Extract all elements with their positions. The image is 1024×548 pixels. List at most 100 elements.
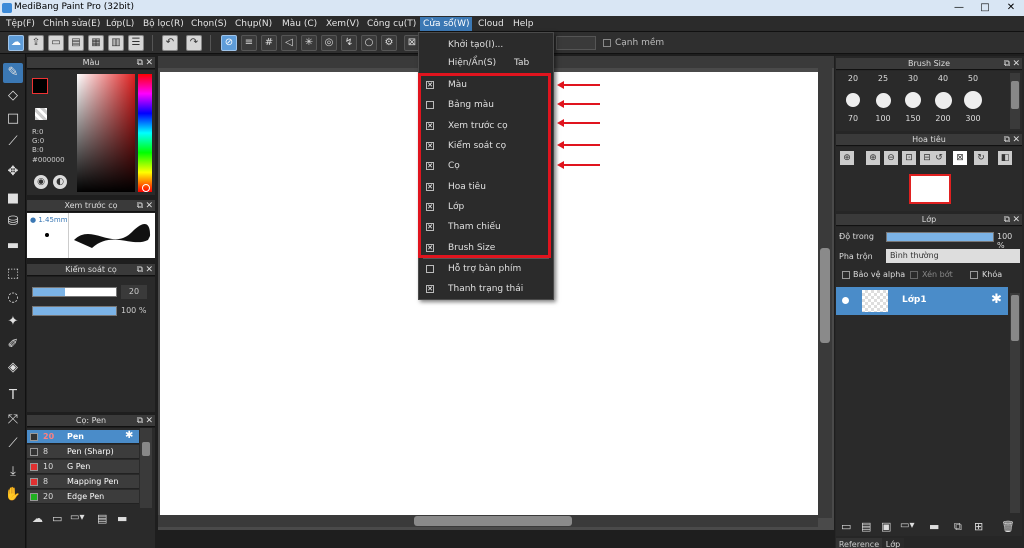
brush-tool-icon[interactable]: ✎ [3, 63, 23, 83]
panel-float-icon[interactable]: ⧉ [137, 200, 143, 212]
brush-size-dot[interactable] [964, 91, 982, 109]
minimize-button[interactable]: — [946, 0, 972, 16]
new-layer-icon[interactable]: ▭ [841, 520, 851, 533]
panel-float-icon[interactable]: ⧉ [1004, 58, 1010, 70]
panel-close-icon[interactable]: ✕ [1012, 58, 1020, 70]
brush-size-dot[interactable] [846, 93, 860, 107]
menu-edit[interactable]: Chỉnh sửa(E) [40, 17, 103, 31]
rotate-left-icon[interactable]: ↺ [932, 151, 946, 165]
hand-tool-icon[interactable]: ✋ [3, 485, 23, 505]
protect-alpha-checkbox[interactable] [842, 271, 850, 279]
panel-float-icon[interactable]: ⧉ [1004, 214, 1010, 226]
brush-list-scrollbar[interactable] [140, 428, 152, 508]
menu-tools[interactable]: Công cụ(T) [364, 17, 419, 31]
lock-checkbox[interactable] [970, 271, 978, 279]
snap-settings-icon[interactable]: ⚙ [381, 35, 397, 51]
checked-checkbox-icon[interactable]: ✕ [426, 285, 434, 293]
brush-size-option[interactable]: 150 [900, 114, 926, 123]
brush-size-option[interactable]: 40 [930, 74, 956, 83]
hue-handle[interactable] [142, 184, 150, 192]
brush-size-option[interactable]: 100 [870, 114, 896, 123]
menu-layer[interactable]: Lớp(L) [103, 17, 137, 31]
redo-icon[interactable]: ↷ [186, 35, 202, 51]
blend-mode-select[interactable]: Bình thường [886, 249, 1020, 263]
shape-tool-icon[interactable]: ■ [3, 189, 23, 209]
brush-size-scroll-thumb[interactable] [1011, 81, 1019, 109]
panel-close-icon[interactable]: ✕ [145, 200, 153, 212]
brush-list-item[interactable]: 8 Mapping Pen [27, 475, 139, 489]
color-wheel-icon[interactable]: ◐ [53, 175, 67, 189]
panel-close-icon[interactable]: ✕ [145, 264, 153, 276]
canvas-vertical-scrollbar[interactable] [818, 68, 832, 518]
share-icon[interactable]: ⇪ [28, 35, 44, 51]
menu-help[interactable]: Help [510, 17, 537, 31]
delete-layer-icon[interactable]: 🗑 [1001, 520, 1015, 533]
menu-filter[interactable]: Bộ lọc(R) [140, 17, 187, 31]
text-tool-icon[interactable]: T [3, 386, 23, 406]
page-icon[interactable]: ▦ [88, 35, 104, 51]
brush-folder-icon[interactable]: ▬ [117, 512, 131, 526]
navigator-thumbnail[interactable] [909, 174, 951, 204]
parallel-snap-icon[interactable]: ≡ [241, 35, 257, 51]
panel-float-icon[interactable]: ⧉ [137, 57, 143, 69]
eyedropper-tool-icon[interactable]: ⤓ [3, 462, 23, 482]
brush-size-option[interactable]: 300 [960, 114, 986, 123]
brush-list-item[interactable]: 20 Pen ✱ [27, 430, 139, 444]
transparent-swatch[interactable] [35, 108, 47, 120]
eraser-tool-icon[interactable]: ◇ [3, 86, 23, 106]
panel-float-icon[interactable]: ⧉ [137, 264, 143, 276]
select-pen-tool-icon[interactable]: ✐ [3, 335, 23, 355]
undo-icon[interactable]: ↶ [162, 35, 178, 51]
radial-snap-icon[interactable]: ✳ [301, 35, 317, 51]
move-tool-icon[interactable]: ✥ [3, 162, 23, 182]
brush-settings-icon[interactable]: ▤ [97, 512, 111, 526]
layer-row[interactable]: Lớp1 ✱ [836, 287, 1008, 315]
divide-tool-icon[interactable]: ⟋ [3, 434, 23, 454]
grid-snap-icon[interactable]: # [261, 35, 277, 51]
curve-snap-icon[interactable]: ↯ [341, 35, 357, 51]
zoom-in-icon[interactable]: ⊕ [866, 151, 880, 165]
window-menu-item[interactable]: Hiện/Ẩn(S) Tab [419, 54, 553, 72]
panel-close-icon[interactable]: ✕ [1012, 214, 1020, 226]
brush-size-option[interactable]: 25 [870, 74, 896, 83]
hue-slider[interactable] [138, 74, 152, 192]
unchecked-checkbox-icon[interactable] [426, 265, 434, 273]
menu-window[interactable]: Cửa sổ(W) [420, 17, 473, 31]
window-menu-item[interactable]: Khởi tạo(I)... [419, 36, 553, 54]
merge-layer-icon[interactable]: ⧉ [954, 520, 962, 534]
lasso-tool-icon[interactable]: ◌ [3, 288, 23, 308]
cloud-brush-icon[interactable]: ☁ [32, 512, 48, 528]
flip-icon[interactable]: ◧ [998, 151, 1012, 165]
menu-view[interactable]: Xem(V) [323, 17, 362, 31]
panel-close-icon[interactable]: ✕ [145, 415, 153, 427]
clipping-checkbox[interactable] [910, 271, 918, 279]
brush-size-option[interactable]: 200 [930, 114, 956, 123]
cloud-icon[interactable]: ☁ [8, 35, 24, 51]
antialias-checkbox[interactable] [603, 39, 611, 47]
dot-tool-icon[interactable]: □ [3, 109, 23, 129]
duplicate-layer-icon[interactable]: ▣ [881, 520, 891, 533]
maximize-button[interactable]: □ [972, 0, 998, 16]
add-layer-menu-icon[interactable]: ▭▾ [900, 520, 914, 531]
layer-list-scroll-thumb[interactable] [1011, 295, 1019, 341]
layer-list-scrollbar[interactable] [1010, 293, 1020, 513]
brush-list-item[interactable]: 10 G Pen [27, 460, 139, 474]
foreground-color-swatch[interactable] [32, 78, 48, 94]
tab-reference[interactable]: Reference [836, 538, 882, 548]
operation-tool-icon[interactable]: ⤧ [3, 410, 23, 430]
brush-list-item[interactable]: 8 Pen (Sharp) [27, 445, 139, 459]
zoom-icon[interactable]: ⊕ [840, 151, 854, 165]
menu-cloud[interactable]: Cloud [475, 17, 507, 31]
reset-rotation-icon[interactable]: ⊠ [953, 151, 967, 165]
layer-opacity-slider[interactable] [886, 232, 994, 242]
visibility-eye-icon[interactable] [842, 297, 849, 304]
list-page-icon[interactable]: ☰ [128, 35, 144, 51]
brush-size-option[interactable]: 30 [900, 74, 926, 83]
rotate-right-icon[interactable]: ↻ [974, 151, 988, 165]
brush-size-scrollbar[interactable] [1010, 73, 1020, 129]
saturation-value-picker[interactable] [77, 74, 135, 192]
canvas-vertical-scroll-thumb[interactable] [820, 248, 830, 343]
brush-size-slider[interactable] [32, 287, 117, 297]
tab-layer[interactable]: Lớp [882, 538, 904, 548]
layer-settings-gear-icon[interactable]: ✱ [991, 292, 1002, 307]
